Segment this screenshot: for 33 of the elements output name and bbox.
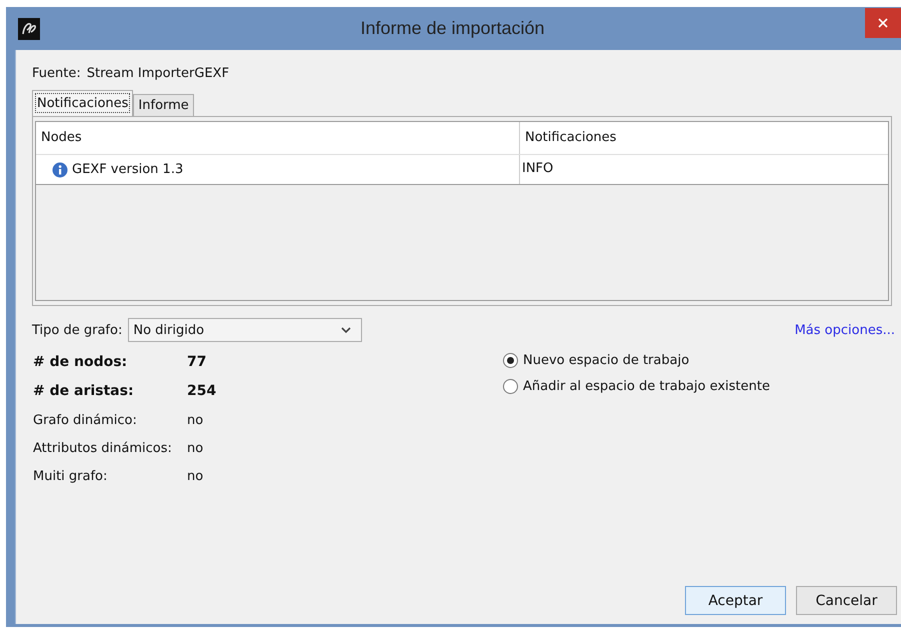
dialog-button[interactable]: Cancelar <box>796 586 897 615</box>
stat-value: 254 <box>187 383 218 399</box>
graph-type-label: Tipo de grafo: <box>32 322 122 338</box>
tab[interactable]: Informe <box>133 94 194 116</box>
stat-label: Grafo dinámico: <box>33 412 138 428</box>
chevron-down-icon <box>341 326 352 334</box>
dialog-button[interactable]: Aceptar <box>685 586 786 615</box>
app-logo-icon <box>18 18 40 40</box>
stat-value: 77 <box>187 354 208 370</box>
column-header[interactable]: Notificaciones <box>520 122 888 154</box>
close-icon <box>878 18 888 28</box>
close-button[interactable] <box>865 8 901 38</box>
stat-label: # de aristas: <box>33 383 135 399</box>
radio-button[interactable] <box>503 353 518 368</box>
radio-button[interactable] <box>503 379 518 394</box>
stat-label: Attributos dinámicos: <box>33 440 173 456</box>
window-title: Informe de importación <box>359 18 546 39</box>
source-value: Stream ImporterGEXF <box>86 66 230 83</box>
stat-label: # de nodos: <box>33 354 128 370</box>
stat-value: no <box>187 440 204 456</box>
stat-label: Muiti grafo: <box>33 468 108 484</box>
table-cell-text: INFO <box>521 160 554 178</box>
table-cell: GEXF version 1.3 <box>72 162 184 177</box>
workspace-radio-option[interactable]: Nuevo espacio de trabajo <box>503 353 770 368</box>
source-label: Fuente: <box>32 66 81 83</box>
stat-value: no <box>187 468 204 484</box>
workspace-radio-option[interactable]: Añadir al espacio de trabajo existente <box>503 379 770 394</box>
tab[interactable]: Notificaciones <box>32 90 134 116</box>
stat-value: no <box>187 412 204 428</box>
graph-type-dropdown[interactable]: No dirigido <box>128 318 362 342</box>
column-header[interactable]: Nodes <box>36 122 520 154</box>
info-icon <box>52 162 68 178</box>
more-options-link[interactable]: Más opciones... <box>794 322 895 338</box>
